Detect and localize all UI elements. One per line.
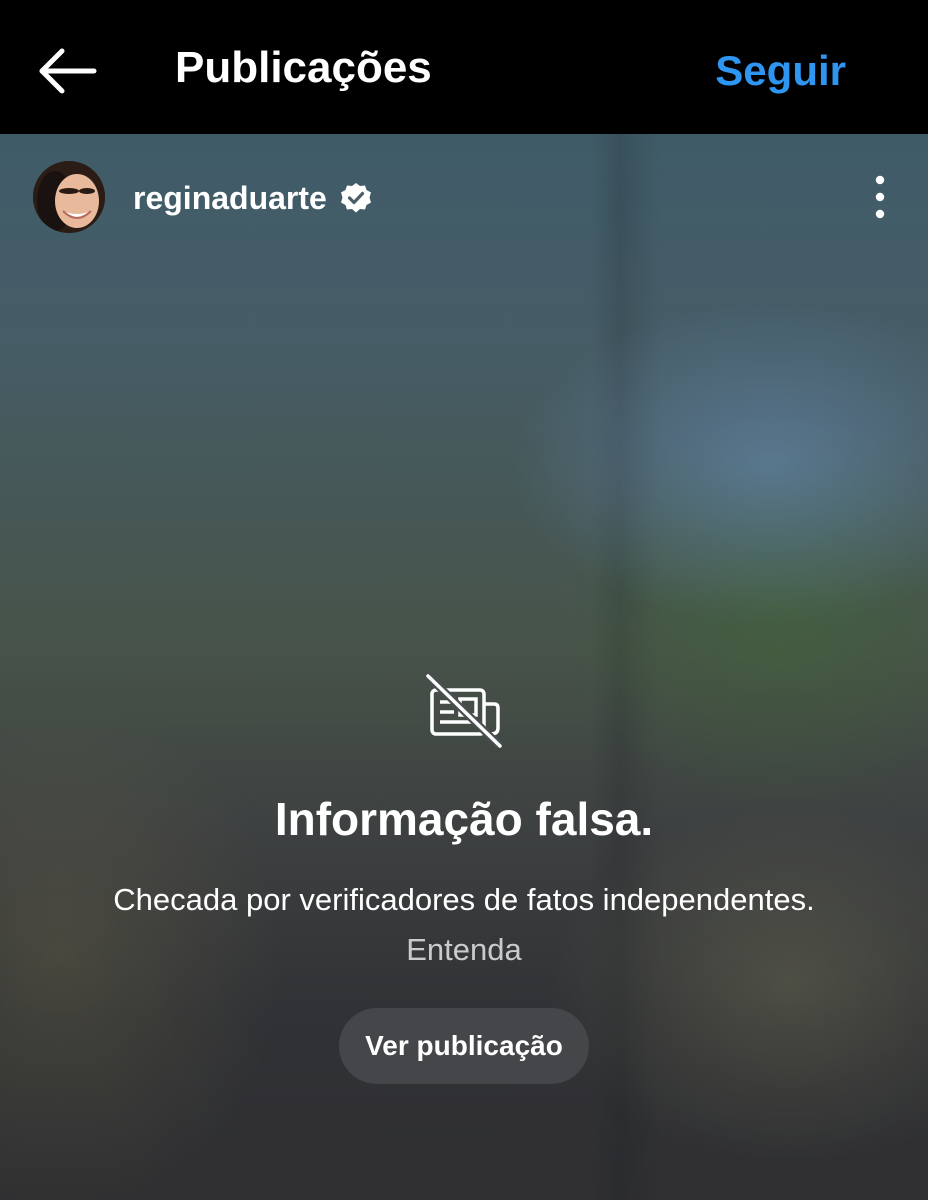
avatar[interactable] <box>33 161 105 233</box>
post-container: reginaduarte Informação falsa. Checada p… <box>0 134 928 1200</box>
profile-avatar <box>33 161 105 233</box>
follow-button[interactable]: Seguir <box>715 42 846 100</box>
learn-more-link[interactable]: Entenda <box>0 928 928 972</box>
username[interactable]: reginaduarte <box>133 176 327 220</box>
warning-description: Checada por verificadores de fatos indep… <box>113 882 815 917</box>
more-options-button[interactable] <box>868 174 892 220</box>
post-header: reginaduarte <box>0 134 928 262</box>
arrow-left-icon <box>39 48 97 94</box>
back-button[interactable] <box>32 36 102 106</box>
warning-title: Informação falsa. <box>274 793 654 845</box>
page-title: Publicações <box>175 43 432 92</box>
top-bar: Publicações Seguir <box>0 0 928 134</box>
newspaper-slash-icon <box>425 673 503 749</box>
verified-badge-icon <box>340 183 371 213</box>
view-post-button[interactable]: Ver publicação <box>339 1008 589 1084</box>
more-vertical-icon <box>875 175 885 219</box>
username-row: reginaduarte <box>133 176 373 220</box>
